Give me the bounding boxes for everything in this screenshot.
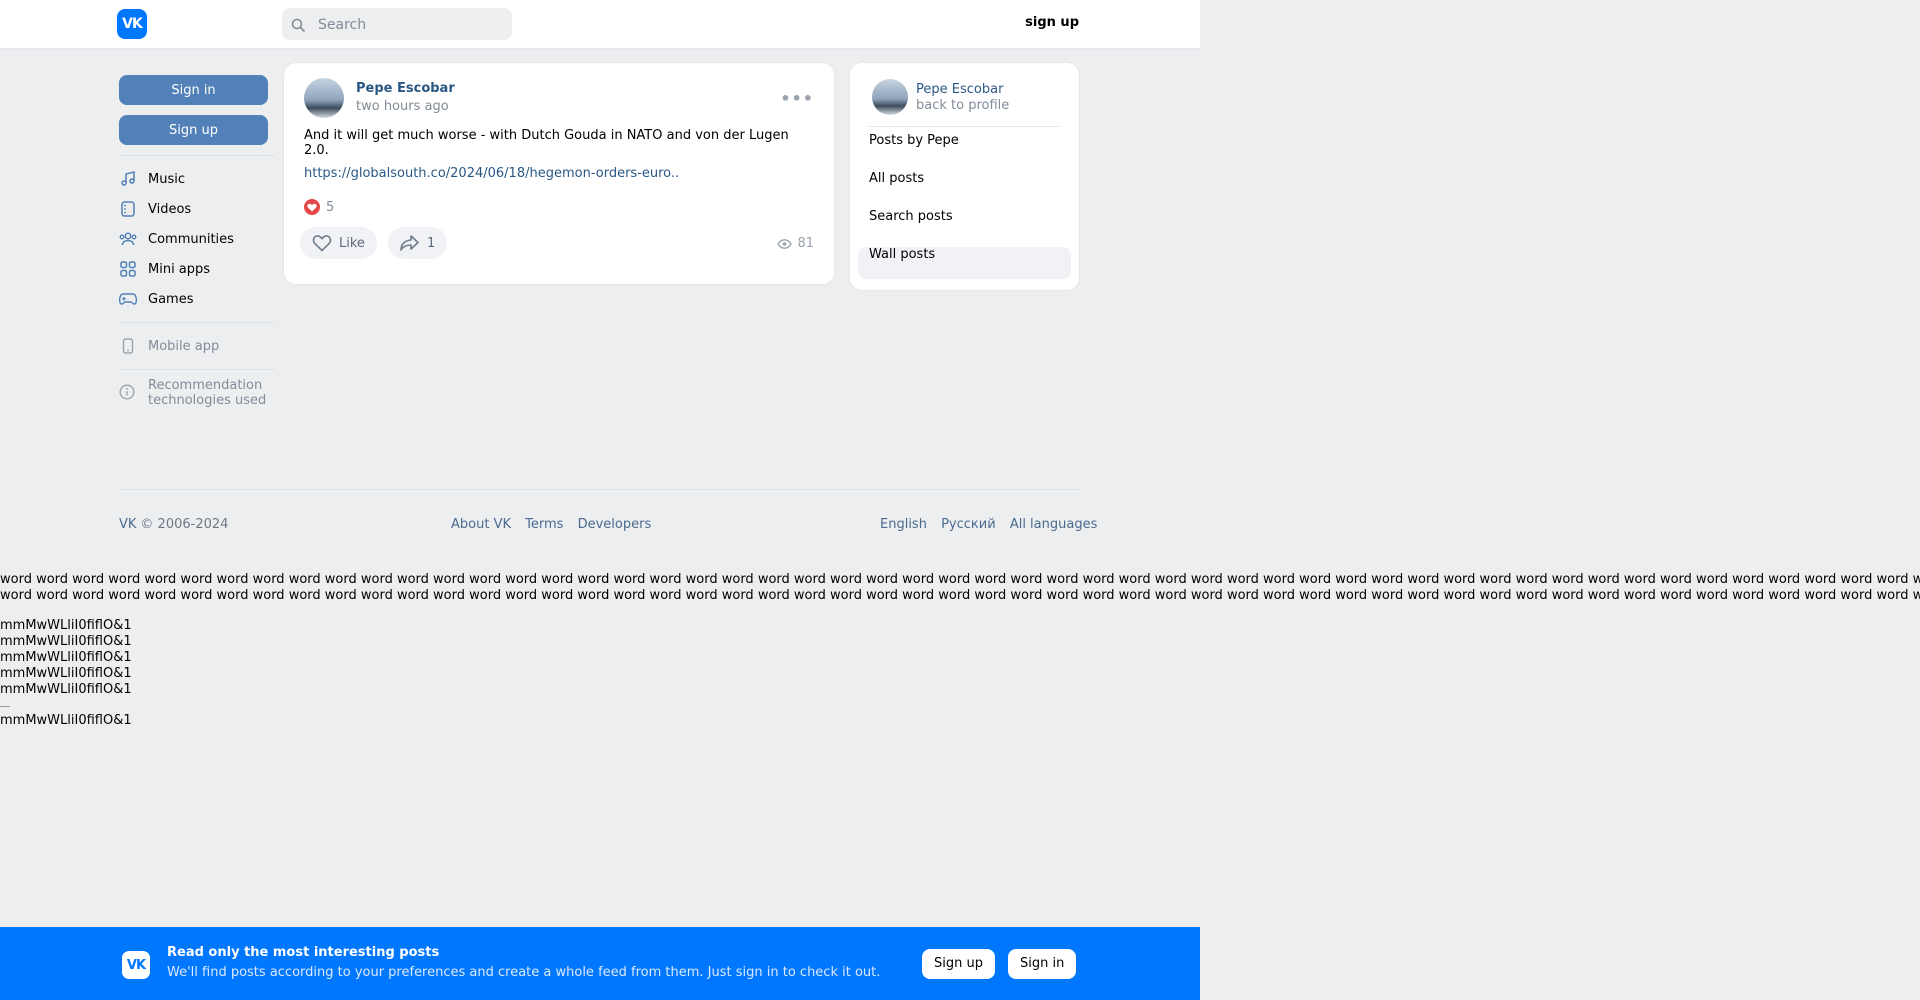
- signin-button[interactable]: Sign in: [119, 75, 268, 105]
- phone-icon: [119, 337, 137, 355]
- share-icon: [400, 235, 419, 251]
- nav-item-music[interactable]: Music: [119, 164, 275, 194]
- copyright: VK © 2006-2024: [119, 517, 228, 532]
- post-card: Pepe Escobar two hours ago ••• And it wi…: [284, 63, 834, 284]
- post-text: And it will get much worse - with Dutch …: [304, 128, 789, 158]
- avatar[interactable]: [304, 78, 344, 118]
- divider: [119, 155, 275, 156]
- glyph-lines: mmMwWLliI0fiflO&1 mmMwWLliI0fiflO&1 mmMw…: [0, 618, 132, 729]
- side-menu-item-wall-posts[interactable]: Wall posts: [858, 247, 1071, 279]
- vk-home-link[interactable]: VK: [119, 517, 136, 532]
- vk-logo[interactable]: VK: [117, 9, 147, 39]
- language-all[interactable]: All languages: [1010, 517, 1098, 532]
- nav-item-mobile-app[interactable]: Mobile app: [119, 331, 275, 361]
- nav-label: Mobile app: [148, 338, 220, 354]
- search-box[interactable]: [282, 8, 512, 42]
- search-input[interactable]: [316, 8, 505, 42]
- music-icon: [119, 170, 137, 188]
- footer-links: About VK Terms Developers: [451, 517, 661, 532]
- view-count: 81: [797, 236, 814, 251]
- side-menu: Posts by Pepe All posts Search posts Wal…: [858, 133, 1071, 285]
- language-english[interactable]: English: [880, 517, 927, 532]
- top-signup-link[interactable]: sign up: [1020, 15, 1079, 30]
- gamepad-icon: [119, 290, 137, 308]
- divider: [119, 369, 275, 370]
- share-count: 1: [427, 235, 436, 251]
- reactions[interactable]: 5: [304, 199, 334, 215]
- profile-name-link[interactable]: Pepe Escobar: [916, 82, 1003, 97]
- nav-item-communities[interactable]: Communities: [119, 224, 275, 254]
- signin-promo-banner: VK Read only the most interesting posts …: [0, 927, 1200, 1000]
- raw-word-lines: word word word word word word word word …: [0, 572, 1920, 604]
- vk-logo: VK: [122, 951, 150, 979]
- side-menu-item-all-posts[interactable]: All posts: [858, 171, 1071, 203]
- word-line: word word word word word word word word …: [0, 588, 1920, 603]
- views: 81: [777, 236, 814, 251]
- nav-label: Communities: [148, 231, 234, 247]
- glyph-line: mmMwWLliI0fiflO&1: [0, 682, 132, 697]
- top-bar: VK sign up: [0, 0, 1200, 49]
- nav-item-mini-apps[interactable]: Mini apps: [119, 254, 275, 284]
- side-menu-item-search-posts[interactable]: Search posts: [858, 209, 1071, 241]
- banner-signin-button[interactable]: Sign in: [1008, 949, 1077, 979]
- banner-signup-button[interactable]: Sign up: [922, 949, 995, 979]
- glyph-line: mmMwWLliI0fiflO&1: [0, 650, 132, 665]
- footer-link-developers[interactable]: Developers: [578, 517, 652, 532]
- footer-link-terms[interactable]: Terms: [525, 517, 563, 532]
- divider: [119, 322, 275, 323]
- more-options-icon[interactable]: •••: [780, 89, 814, 108]
- footer-link-about[interactable]: About VK: [451, 517, 511, 532]
- recommendation-link[interactable]: Recommendation technologies used: [119, 378, 275, 408]
- glyph-line: mmMwWLliI0fiflO&1: [0, 666, 132, 681]
- eye-icon: [777, 238, 793, 249]
- avatar[interactable]: [872, 79, 908, 115]
- video-icon: [119, 200, 137, 218]
- search-icon: [291, 17, 305, 36]
- word-line: word word word word word word word word …: [0, 572, 1920, 587]
- nav-label: Mini apps: [148, 261, 211, 277]
- banner-title: Read only the most interesting posts: [167, 945, 440, 960]
- heart-outline-icon: [312, 235, 332, 252]
- copyright-years: © 2006-2024: [140, 517, 229, 532]
- divider: [868, 126, 1060, 127]
- nav-item-games[interactable]: Games: [119, 284, 275, 314]
- language-russian[interactable]: Русский: [941, 517, 996, 532]
- post-author[interactable]: Pepe Escobar: [356, 81, 455, 96]
- glyph-line: mmMwWLliI0fiflO&1: [0, 618, 132, 633]
- nav-label: Games: [148, 291, 194, 307]
- post-time[interactable]: two hours ago: [356, 99, 449, 114]
- info-icon: [119, 384, 137, 402]
- glyph-line: mmMwWLliI0fiflO&1: [0, 713, 132, 728]
- like-label: Like: [339, 235, 365, 251]
- nav-label: Videos: [148, 201, 192, 217]
- banner-subtitle: We'll find posts according to your prefe…: [167, 965, 881, 980]
- like-button[interactable]: Like: [300, 227, 377, 259]
- share-button[interactable]: 1: [388, 227, 448, 259]
- tiny-rule: [0, 706, 10, 707]
- reaction-count: 5: [326, 199, 335, 215]
- back-to-profile-link[interactable]: back to profile: [916, 98, 1009, 113]
- footer-divider: [119, 489, 1080, 490]
- left-nav: Sign in Sign up Music Videos Communities…: [119, 75, 275, 408]
- nav-item-videos[interactable]: Videos: [119, 194, 275, 224]
- signup-button[interactable]: Sign up: [119, 115, 268, 145]
- nav-label: Music: [148, 171, 185, 187]
- communities-icon: [119, 230, 137, 248]
- mini-apps-icon: [119, 260, 137, 278]
- profile-side-menu: Pepe Escobar back to profile Posts by Pe…: [850, 63, 1079, 290]
- post-link[interactable]: https://globalsouth.co/2024/06/18/hegemo…: [304, 166, 679, 181]
- footer-languages: English Русский All languages: [880, 517, 1097, 532]
- glyph-line: mmMwWLliI0fiflO&1: [0, 634, 132, 649]
- recommendation-label: Recommendation technologies used: [148, 378, 267, 408]
- side-menu-item-posts-by-pepe[interactable]: Posts by Pepe: [858, 133, 1071, 165]
- heart-icon: [304, 199, 320, 215]
